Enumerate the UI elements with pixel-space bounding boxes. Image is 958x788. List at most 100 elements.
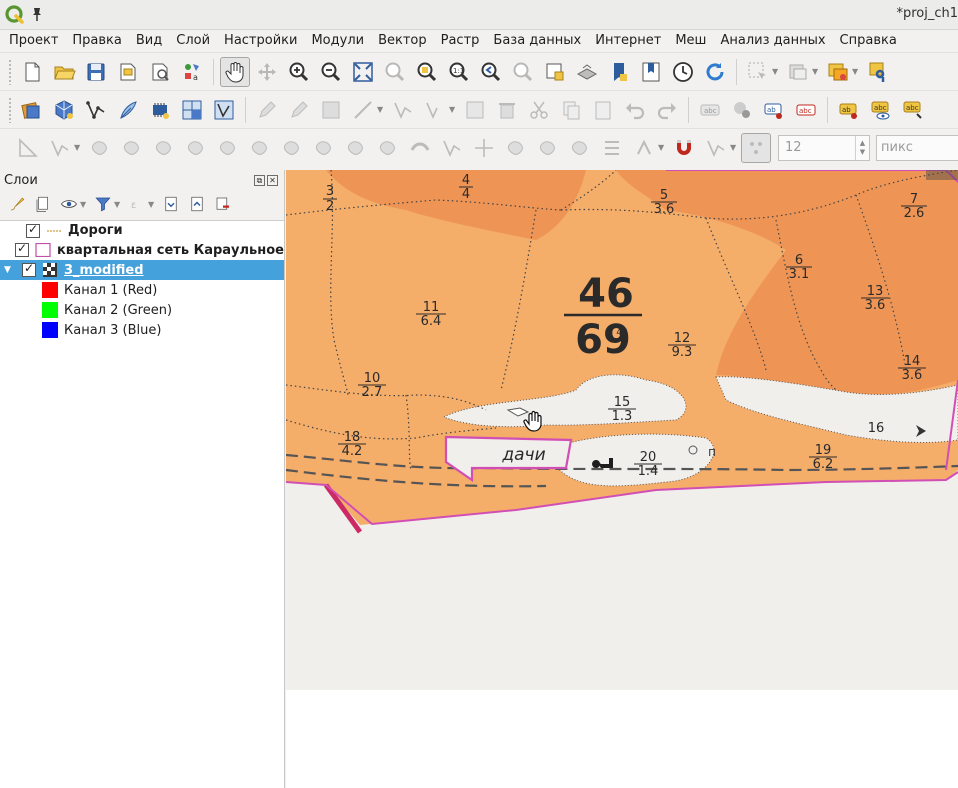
pin-labels-button[interactable]: ab: [834, 95, 864, 125]
save-project-button[interactable]: [81, 57, 111, 87]
shape-dropdown-arrow[interactable]: ▼: [74, 143, 82, 152]
layer-visibility-checkbox[interactable]: [14, 241, 29, 257]
layer-row-roads[interactable]: Дороги: [0, 221, 284, 240]
map-themes-dropdown-arrow[interactable]: ▼: [80, 200, 88, 209]
pin-icon[interactable]: [30, 6, 44, 22]
menu-view[interactable]: Вид: [129, 31, 169, 51]
offset-curve-button[interactable]: [373, 133, 403, 163]
rotate-point-symbols-button[interactable]: [597, 133, 627, 163]
rotate-feature-button[interactable]: [117, 133, 147, 163]
save-edits-button[interactable]: [316, 95, 346, 125]
zoom-native-button[interactable]: 1:1: [444, 57, 474, 87]
zoom-out-button[interactable]: [316, 57, 346, 87]
simplify-feature-button[interactable]: [149, 133, 179, 163]
snapping-mode-button[interactable]: [701, 133, 731, 163]
fill-ring-button[interactable]: [245, 133, 275, 163]
new-3d-map-view-button[interactable]: [572, 57, 602, 87]
new-bookmark-button[interactable]: [604, 57, 634, 87]
toolbar-grip[interactable]: [8, 58, 12, 85]
digitize-dropdown-arrow[interactable]: ▼: [377, 105, 385, 114]
label-tool-button[interactable]: abc: [695, 95, 725, 125]
add-group-button[interactable]: [31, 192, 55, 216]
merge-features-button[interactable]: [533, 133, 563, 163]
layer-visibility-checkbox[interactable]: [22, 261, 36, 277]
add-part-button[interactable]: [213, 133, 243, 163]
map-canvas[interactable]: 46 69 дачи 32 44 5 3.6 7 2.6 6 3.1 13 3.6 11…: [286, 170, 958, 788]
undock-panel-button[interactable]: ⧉: [254, 174, 265, 186]
new-temporary-layer-button[interactable]: [145, 95, 175, 125]
menu-help[interactable]: Справка: [833, 31, 904, 51]
trim-extend-button[interactable]: [437, 133, 467, 163]
menu-database[interactable]: База данных: [486, 31, 588, 51]
redo-button[interactable]: [652, 95, 682, 125]
zoom-in-button[interactable]: [284, 57, 314, 87]
new-map-view-button[interactable]: [540, 57, 570, 87]
expand-all-button[interactable]: [159, 192, 183, 216]
select-features-button[interactable]: [743, 57, 773, 87]
new-virtual-vector-button[interactable]: [209, 95, 239, 125]
merge-attributes-button[interactable]: [565, 133, 595, 163]
move-feature-button[interactable]: [85, 133, 115, 163]
split-features-button[interactable]: [469, 133, 499, 163]
close-panel-button[interactable]: ✕: [267, 174, 278, 186]
delete-ring-button[interactable]: [277, 133, 307, 163]
paste-features-button[interactable]: [588, 95, 618, 125]
split-parts-button[interactable]: [501, 133, 531, 163]
menu-mesh[interactable]: Меш: [668, 31, 713, 51]
layer-visibility-checkbox[interactable]: [26, 222, 40, 238]
collapse-all-button[interactable]: [185, 192, 209, 216]
new-print-layout-button[interactable]: [113, 57, 143, 87]
snap-units-select[interactable]: пикс: [876, 134, 958, 161]
zoom-full-button[interactable]: [348, 57, 378, 87]
snapping-toggle-button[interactable]: [669, 133, 699, 163]
attribute-form-button[interactable]: [460, 95, 490, 125]
modify-dropdown-arrow[interactable]: ▼: [449, 105, 457, 114]
snap-type-button[interactable]: [741, 132, 771, 163]
menu-web[interactable]: Интернет: [588, 31, 668, 51]
label-red-button[interactable]: abc: [791, 95, 821, 125]
temporal-controller-button[interactable]: [668, 57, 698, 87]
menu-raster[interactable]: Растр: [434, 31, 487, 51]
point-symbols-dropdown-arrow[interactable]: ▼: [658, 143, 666, 152]
reverse-line-button[interactable]: [405, 133, 435, 163]
open-layer-styling-button[interactable]: [5, 192, 29, 216]
delete-selected-button[interactable]: [492, 95, 522, 125]
layout-manager-button[interactable]: [145, 57, 175, 87]
toggle-editing-button[interactable]: [252, 95, 282, 125]
delete-part-button[interactable]: [309, 133, 339, 163]
refresh-button[interactable]: [700, 57, 730, 87]
offset-point-symbols-button[interactable]: [629, 133, 659, 163]
open-project-button[interactable]: [49, 57, 79, 87]
highlight-label-button[interactable]: ab: [759, 95, 789, 125]
snap-tolerance-spinbox[interactable]: 12 ▲ ▼: [778, 134, 870, 161]
undo-button[interactable]: [620, 95, 650, 125]
menu-plugins[interactable]: Модули: [304, 31, 371, 51]
menu-settings[interactable]: Настройки: [217, 31, 304, 51]
cut-features-button[interactable]: [524, 95, 554, 125]
zoom-last-button[interactable]: [476, 57, 506, 87]
diagram-tool-button[interactable]: [727, 95, 757, 125]
add-line-feature-button[interactable]: [348, 95, 378, 125]
identify-features-button[interactable]: [863, 57, 893, 87]
deselect-dropdown-arrow[interactable]: ▼: [812, 67, 820, 76]
data-source-manager-button[interactable]: [17, 95, 47, 125]
toolbar-grip[interactable]: [8, 96, 12, 123]
menu-processing[interactable]: Анализ данных: [713, 31, 832, 51]
open-attribute-table-button[interactable]: [823, 57, 853, 87]
advanced-digitizing-button[interactable]: [13, 133, 43, 163]
menu-layer[interactable]: Слой: [169, 31, 217, 51]
menu-vector[interactable]: Вектор: [371, 31, 434, 51]
reshape-features-button[interactable]: [341, 133, 371, 163]
manage-map-themes-button[interactable]: [57, 192, 81, 216]
move-label-button[interactable]: abc: [898, 95, 928, 125]
modify-attributes-button[interactable]: [420, 95, 450, 125]
add-ring-button[interactable]: [181, 133, 211, 163]
new-spatialite-layer-button[interactable]: [113, 95, 143, 125]
filter-by-expression-button[interactable]: ε: [125, 192, 149, 216]
show-hide-labels-button[interactable]: abc: [866, 95, 896, 125]
new-project-button[interactable]: [17, 57, 47, 87]
show-bookmarks-button[interactable]: [636, 57, 666, 87]
zoom-next-button[interactable]: [508, 57, 538, 87]
snap-mode-dropdown-arrow[interactable]: ▼: [730, 143, 738, 152]
menu-edit[interactable]: Правка: [65, 31, 128, 51]
